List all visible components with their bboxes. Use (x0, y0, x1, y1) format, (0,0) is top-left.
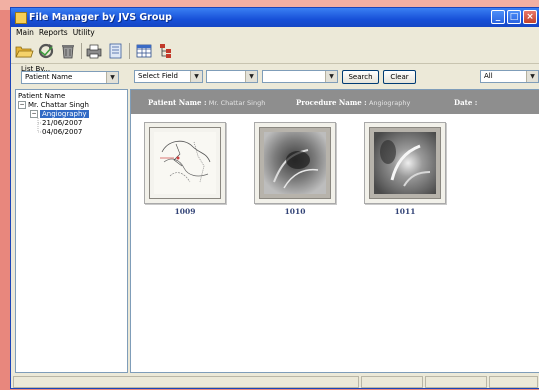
status-bar (11, 374, 539, 390)
delete-icon[interactable] (58, 42, 78, 60)
scope-select[interactable]: All ▼ (480, 70, 539, 83)
thumbnail-frame (149, 127, 221, 199)
patient-tree-panel[interactable]: Patient Name − Mr. Chattar Singh − Angiogr… (15, 89, 128, 373)
tree-lines (37, 118, 41, 133)
procedure-name-label: Procedure Name : (296, 98, 367, 107)
menu-utility[interactable]: Utility (73, 27, 95, 39)
tree-view-icon[interactable] (156, 42, 176, 60)
record-header: Patient Name : Mr. Chattar Singh Procedu… (131, 90, 539, 114)
chevron-down-icon[interactable]: ▼ (106, 72, 118, 83)
toolbar (11, 39, 539, 64)
toolbar-separator (129, 43, 130, 59)
menu-reports[interactable]: Reports (39, 27, 68, 39)
chevron-down-icon[interactable]: ▼ (526, 71, 538, 82)
thumbnail-frame (259, 127, 331, 199)
grid-view-icon[interactable] (134, 42, 154, 60)
open-folder-icon[interactable] (14, 42, 34, 60)
chevron-down-icon[interactable]: ▼ (245, 71, 257, 82)
image-thumbnail[interactable] (364, 122, 446, 204)
thumbnail-frame (369, 127, 441, 199)
image-thumbnail[interactable] (254, 122, 336, 204)
patient-name-label: Patient Name : (148, 98, 207, 107)
xray-image (374, 132, 436, 194)
print-icon[interactable] (84, 42, 104, 60)
clear-button[interactable]: Clear (383, 70, 416, 84)
list-by-select[interactable]: Patient Name ▼ (21, 71, 119, 84)
chevron-down-icon[interactable]: ▼ (190, 71, 202, 82)
toolbar-separator (81, 43, 82, 59)
minimize-button[interactable]: _ (491, 10, 505, 24)
search-button[interactable]: Search (342, 70, 379, 84)
field-select[interactable]: Select Field ▼ (134, 70, 203, 83)
app-window: File Manager by JVS Group _ □ × Main Repo… (10, 7, 539, 389)
status-panel-main (13, 376, 359, 388)
date-label: Date : (454, 98, 478, 107)
status-panel (425, 376, 487, 388)
status-panel (361, 376, 423, 388)
status-panel (489, 376, 538, 388)
app-icon (15, 12, 27, 24)
maximize-button[interactable]: □ (507, 10, 521, 24)
refresh-icon[interactable] (36, 42, 56, 60)
scope-select-value: All (484, 72, 493, 80)
menu-bar: Main Reports Utility (11, 27, 539, 39)
procedure-name-value: Angiography (368, 99, 411, 107)
image-thumbnail[interactable] (144, 122, 226, 204)
image-gallery-panel: Patient Name : Mr. Chattar Singh Procedu… (130, 89, 539, 373)
filter-bar: Select Field ▼ ▼ ▼ Search Clear All ▼ (132, 70, 539, 84)
procedure-name-field: Procedure Name : Angiography (296, 98, 410, 107)
patient-name-field: Patient Name : Mr. Chattar Singh (148, 98, 265, 107)
thumbnail-label: 1011 (394, 207, 416, 216)
xray-image (264, 132, 326, 194)
close-button[interactable]: × (523, 10, 537, 24)
patient-name-value: Mr. Chattar Singh (208, 99, 266, 107)
sketch-image (154, 132, 216, 194)
window-title: File Manager by JVS Group (29, 12, 172, 23)
operator-select[interactable]: ▼ (206, 70, 258, 83)
date-field: Date : (454, 98, 477, 107)
title-bar[interactable]: File Manager by JVS Group _ □ × (11, 8, 539, 27)
menu-main[interactable]: Main (16, 27, 34, 39)
field-select-value: Select Field (138, 72, 178, 80)
thumbnail-label: 1010 (284, 207, 306, 216)
chevron-down-icon[interactable]: ▼ (325, 71, 337, 82)
thumbnail-label: 1009 (174, 207, 196, 216)
value-select[interactable]: ▼ (262, 70, 338, 83)
list-by-value: Patient Name (25, 73, 73, 81)
document-icon[interactable] (106, 42, 126, 60)
